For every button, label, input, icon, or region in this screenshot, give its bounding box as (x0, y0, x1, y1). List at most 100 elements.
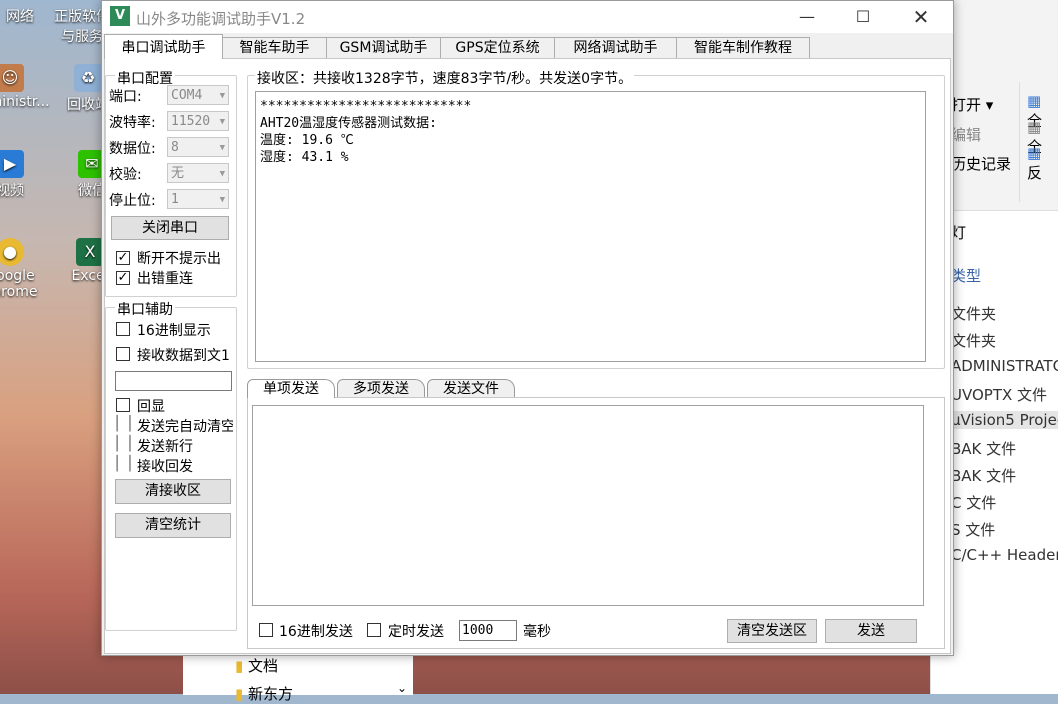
timed-send-label: 定时发送 (388, 624, 444, 640)
select-none-icon: ▦ (1027, 118, 1042, 136)
send-newline-label: 发送新行 (137, 439, 193, 455)
recv-status-legend: 接收区：共接收1328字节，速度83字节/秒。共发送0字节。 (255, 68, 635, 88)
baud-label: 波特率: (109, 115, 156, 131)
folder-icon: ▮ (235, 657, 244, 675)
open-button[interactable]: 打开 ▾ (951, 94, 993, 115)
error-reconnect-label: 出错重连 (137, 271, 193, 287)
file-type-cell[interactable]: C 文件 (951, 492, 996, 513)
close-port-button[interactable]: 关闭串口 (111, 216, 229, 240)
clear-recv-button[interactable]: 清接收区 (115, 479, 231, 504)
dropdown-arrow-icon: ▼ (219, 169, 225, 179)
recv-echo-label: 接收回发 (137, 459, 193, 475)
title-bar[interactable]: V 山外多功能调试助手V1.2 — ☐ ✕ (102, 1, 953, 33)
port-value: COM4 (171, 88, 203, 103)
window-title: 山外多功能调试助手V1.2 (136, 10, 306, 28)
dropdown-arrow-icon: ▼ (219, 195, 225, 205)
interval-input[interactable]: 1000 (459, 620, 517, 641)
baud-select[interactable]: 11520 ▼ (167, 111, 229, 131)
minimize-button[interactable]: — (784, 1, 830, 33)
user-icon: ☺ (0, 64, 24, 92)
port-select[interactable]: COM4 ▼ (167, 85, 229, 105)
parity-label: 校验: (109, 167, 142, 183)
hex-display-checkbox[interactable] (116, 322, 130, 336)
clear-stats-button[interactable]: 清空统计 (115, 513, 231, 538)
invert-selection-button[interactable]: ▦ 反 (1027, 144, 1058, 183)
stop-bits-select[interactable]: 1 ▼ (167, 189, 229, 209)
hex-send-checkbox[interactable] (259, 623, 273, 637)
desktop-icon-label: Google (0, 268, 35, 284)
interval-unit-label: 毫秒 (523, 624, 551, 640)
ribbon-divider (1019, 82, 1020, 202)
dropdown-arrow-icon: ▼ (219, 143, 225, 153)
chevron-down-icon[interactable]: ⌄ (397, 681, 407, 695)
data-bits-select[interactable]: 8 ▼ (167, 137, 229, 157)
file-type-cell[interactable]: S 文件 (951, 519, 995, 540)
column-header-type[interactable]: 类型 (951, 265, 981, 286)
tab-send-file[interactable]: 发送文件 (427, 379, 515, 398)
select-all-icon: ▦ (1027, 92, 1042, 110)
file-type-cell[interactable]: 文件夹 (951, 330, 996, 351)
maximize-icon: ☐ (855, 7, 871, 26)
data-bits-value: 8 (171, 140, 179, 155)
file-type-cell[interactable]: C/C++ Header (951, 546, 1058, 564)
send-textarea[interactable] (252, 405, 924, 606)
close-icon: ✕ (912, 5, 930, 29)
tab-network[interactable]: 网络调试助手 (554, 37, 677, 59)
recycle-bin-icon: ♻ (74, 64, 102, 92)
app-window: V 山外多功能调试助手V1.2 — ☐ ✕ 串口调试助手 智能车助手 GSM调试… (101, 0, 954, 656)
send-newline-checkbox[interactable]: │ │ (113, 436, 134, 452)
file-type-cell[interactable]: UVOPTX 文件 (951, 384, 1047, 405)
dropdown-arrow-icon: ▼ (219, 91, 225, 101)
parity-value: 无 (171, 166, 185, 181)
parity-select[interactable]: 无 ▼ (167, 163, 229, 183)
edit-button[interactable]: 编辑 (951, 124, 981, 145)
file-type-cell[interactable]: BAK 文件 (951, 465, 1016, 486)
stop-bits-value: 1 (171, 192, 179, 207)
tab-serial-debug[interactable]: 串口调试助手 (104, 34, 223, 59)
desktop-icon-video[interactable]: ▶ 视频 (0, 150, 50, 200)
clear-send-button[interactable]: 清空发送区 (727, 619, 817, 643)
maximize-button[interactable]: ☐ (840, 1, 886, 33)
auto-clear-label: 发送完自动清空 (137, 419, 233, 435)
file-path-input[interactable] (115, 371, 232, 391)
desktop-icon-label: 视频 (0, 183, 24, 199)
video-icon: ▶ (0, 150, 24, 178)
tab-single-send[interactable]: 单项发送 (247, 379, 335, 398)
desktop-icon-label: 网络 (6, 9, 34, 25)
desktop-icon-administrator[interactable]: ☺ Administr... (0, 64, 50, 110)
send-button[interactable]: 发送 (825, 619, 917, 643)
tab-gps[interactable]: GPS定位系统 (440, 37, 555, 59)
timed-send-checkbox[interactable] (367, 623, 381, 637)
echo-checkbox[interactable] (116, 398, 130, 412)
dropdown-arrow-icon: ▼ (219, 117, 225, 127)
minimize-icon: — (799, 7, 815, 26)
baud-value: 11520 (171, 114, 211, 129)
serial-aux-legend: 串口辅助 (115, 299, 175, 319)
file-type-cell[interactable]: BAK 文件 (951, 438, 1016, 459)
no-disconnect-prompt-checkbox[interactable]: ✓ (116, 251, 130, 265)
tab-gsm[interactable]: GSM调试助手 (326, 37, 441, 59)
echo-label: 回显 (137, 399, 165, 415)
history-button[interactable]: 历史记录 (951, 153, 1011, 174)
stop-bits-label: 停止位: (109, 193, 156, 209)
auto-clear-checkbox[interactable]: │ │ (113, 416, 134, 432)
recv-echo-checkbox[interactable]: │ │ (113, 456, 134, 472)
tab-tutorial[interactable]: 智能车制作教程 (676, 37, 810, 59)
desktop-icon-label: Administr... (0, 94, 50, 110)
file-type-cell[interactable]: ADMINISTRATOR (951, 357, 1058, 375)
close-button[interactable]: ✕ (898, 1, 944, 33)
app-logo-icon: V (110, 6, 130, 26)
send-tabs: 单项发送 多项发送 发送文件 (247, 379, 622, 399)
recv-textarea[interactable]: *************************** AHT20温湿度传感器测… (255, 91, 926, 362)
desktop-icon-chrome[interactable]: ● Google Chrome (0, 238, 50, 300)
excel-icon: X (76, 238, 104, 266)
tab-multi-send[interactable]: 多项发送 (337, 379, 425, 398)
serial-config-legend: 串口配置 (115, 68, 175, 88)
hex-send-label: 16进制发送 (279, 624, 353, 640)
error-reconnect-checkbox[interactable]: ✓ (116, 271, 130, 285)
file-type-cell[interactable]: 文件夹 (951, 303, 996, 324)
nav-item-documents[interactable]: ▮ 文档 (235, 655, 278, 676)
data-bits-label: 数据位: (109, 141, 156, 157)
tab-smart-car[interactable]: 智能车助手 (222, 37, 327, 59)
recv-to-file-checkbox[interactable] (116, 347, 130, 361)
